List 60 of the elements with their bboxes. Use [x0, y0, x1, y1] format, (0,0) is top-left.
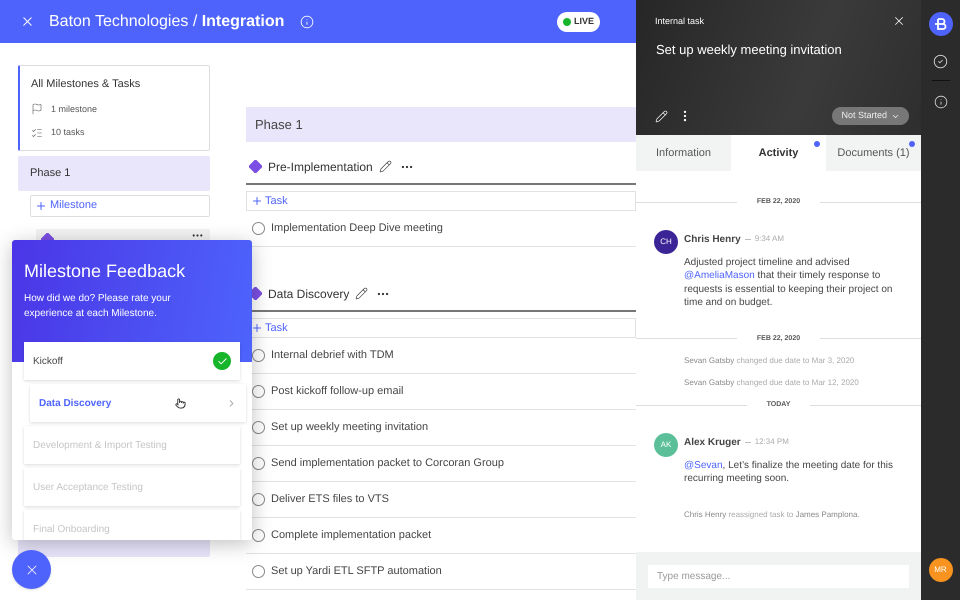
activity-event: Sevan Gatsby changed due date to Mar 3, 2020 — [683, 355, 856, 367]
hand-cursor-icon — [175, 398, 186, 408]
task-checkbox[interactable] — [252, 565, 265, 578]
comment-time: 9:34 AM — [754, 233, 784, 245]
plus-icon — [35, 200, 47, 212]
comment-text: Adjusted project timeline and advised @AmeliaMason that their timely response to requests is essential to keeping their project on time and on budget. — [684, 256, 894, 310]
panel-tab[interactable]: Information — [636, 135, 731, 171]
popup-subtitle: How did we do? Please rate your experience at each Milestone. — [24, 292, 172, 321]
task-type: Internal task — [655, 15, 704, 28]
milestone-title: Pre-Implementation — [268, 158, 373, 176]
pencil-icon[interactable] — [378, 160, 392, 173]
task-title: Post kickoff follow-up email — [271, 384, 404, 400]
task-count: 10 tasks — [51, 126, 85, 139]
activity-event: Sevan Gatsby changed due date to Mar 12, 2020 — [683, 377, 860, 389]
task-title: Internal debrief with TDM — [271, 348, 394, 364]
milestone-count: 1 milestone — [51, 102, 98, 116]
comment-text: @Sevan, Let’s finalize the meeting date for this recurring meeting soon. — [684, 458, 894, 486]
close-icon[interactable] — [892, 14, 906, 28]
status-dropdown[interactable]: Not Started — [832, 107, 909, 125]
pencil-icon[interactable] — [355, 287, 368, 300]
check-circle-icon[interactable] — [933, 54, 948, 69]
diamond-icon — [249, 160, 262, 173]
phase-header: Phase 1 — [246, 107, 636, 142]
message-input[interactable]: Type message... — [648, 564, 909, 588]
comment-author: Chris Henry — [684, 232, 741, 246]
task-title: Send implementation packet to Corcoran Group — [271, 456, 504, 472]
task-title: Set up weekly meeting invitation — [271, 420, 428, 436]
add-milestone-button[interactable]: Milestone — [30, 194, 210, 216]
user-avatar: CH — [654, 230, 678, 254]
panel-tab[interactable]: Documents (1) — [826, 135, 921, 171]
flag-icon — [31, 103, 43, 116]
comment-time: 12:34 PM — [754, 436, 789, 448]
summary-card[interactable]: All Milestones & Tasks 1 milestone 10 tasks — [18, 65, 210, 150]
milestone-title: Data Discovery — [268, 286, 350, 302]
mention-link[interactable]: @Sevan — [684, 460, 723, 470]
summary-title: All Milestones & Tasks — [31, 77, 142, 92]
task-title: Set up Yardi ETL SFTP automation — [271, 564, 442, 580]
task-title: Implementation Deep Dive meeting — [271, 221, 443, 236]
comment-author: Alex Kruger — [684, 436, 741, 450]
add-task-button[interactable]: Task — [246, 191, 636, 211]
feedback-item[interactable]: Kickoff — [24, 342, 240, 380]
live-badge: LIVE — [556, 12, 600, 32]
checklist-icon — [31, 126, 43, 139]
project-title: Baton Technologies / Integration — [49, 12, 284, 32]
plus-icon — [251, 322, 263, 334]
close-fab[interactable] — [12, 550, 51, 589]
task-title: Set up weekly meeting invitation — [656, 40, 843, 59]
diamond-icon — [249, 287, 262, 300]
activity-event: Chris Henry reassigned task to James Pamplona. — [683, 508, 861, 520]
task-title: Complete implementation packet — [271, 528, 432, 544]
popup-title: Milestone Feedback — [24, 260, 186, 283]
plus-icon — [251, 195, 263, 207]
task-title: Deliver ETS files to VTS — [271, 492, 389, 508]
info-icon[interactable] — [934, 95, 948, 109]
mention-link[interactable]: @AmeliaMason — [684, 270, 755, 281]
user-avatar: AK — [654, 432, 678, 456]
feedback-item[interactable]: Data Discovery — [30, 384, 246, 422]
phase-item[interactable]: Phase 1 — [18, 156, 210, 190]
task-checkbox[interactable] — [252, 222, 265, 235]
app-logo-icon[interactable] — [928, 12, 952, 36]
